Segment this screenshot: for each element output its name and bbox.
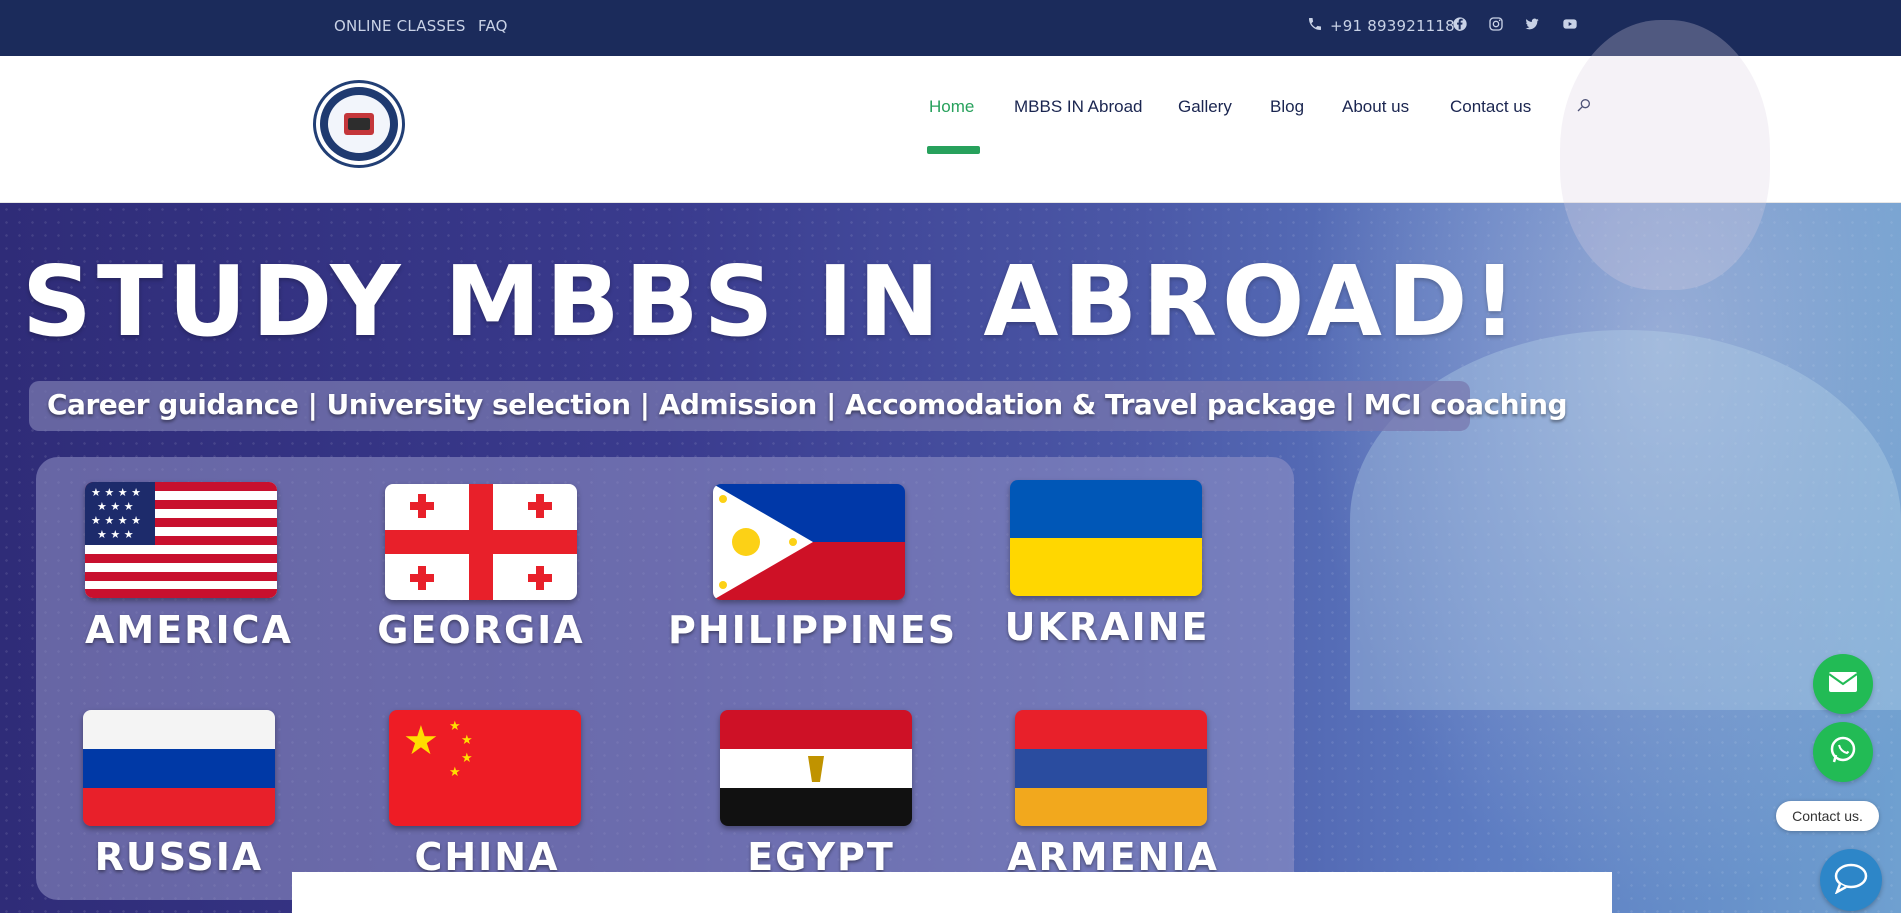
chat-icon xyxy=(1833,862,1869,898)
nav-about-us[interactable]: About us xyxy=(1342,97,1409,117)
svg-text:★ ★ ★: ★ ★ ★ xyxy=(97,528,134,541)
nav-home[interactable]: Home xyxy=(929,97,974,117)
phone-number[interactable]: +91 8939211180 xyxy=(1330,17,1465,35)
nav-gallery[interactable]: Gallery xyxy=(1178,97,1232,117)
whatsapp-button[interactable] xyxy=(1813,722,1873,782)
philippines-flag xyxy=(713,484,905,600)
country-label-georgia: GEORGIA xyxy=(377,608,585,652)
country-label-ukraine: UKRAINE xyxy=(1004,605,1210,649)
hero-tagline-box: Career guidance | University selection |… xyxy=(29,381,1568,431)
content-card xyxy=(292,872,1612,913)
academy-logo[interactable] xyxy=(313,80,405,168)
china-flag: ★ ★ ★ ★ ★ xyxy=(389,710,581,826)
hero-tagline: Career guidance | University selection |… xyxy=(47,388,1568,421)
svg-text:★: ★ xyxy=(449,765,461,780)
email-button[interactable] xyxy=(1813,654,1873,714)
contact-us-bubble[interactable]: Contact us. xyxy=(1776,801,1879,831)
ukraine-flag xyxy=(1010,480,1202,596)
mail-icon xyxy=(1828,671,1858,697)
faq-link[interactable]: FAQ xyxy=(478,17,508,35)
svg-text:★: ★ xyxy=(461,733,473,748)
nav-blog[interactable]: Blog xyxy=(1270,97,1304,117)
russia-flag xyxy=(83,710,275,826)
egypt-flag xyxy=(720,710,912,826)
svg-text:★ ★ ★ ★: ★ ★ ★ ★ xyxy=(91,514,141,527)
svg-text:★ ★ ★ ★: ★ ★ ★ ★ xyxy=(91,486,141,499)
country-label-america: AMERICA xyxy=(85,608,293,652)
armenia-flag xyxy=(1015,710,1207,826)
svg-text:★: ★ xyxy=(403,718,439,764)
whatsapp-icon xyxy=(1828,735,1858,769)
active-nav-underline xyxy=(927,146,980,154)
doctor-face xyxy=(1560,20,1770,290)
nav-contact-us[interactable]: Contact us xyxy=(1450,97,1531,117)
youtube-icon[interactable] xyxy=(1560,14,1580,34)
nav-mbbs-abroad[interactable]: MBBS IN Abroad xyxy=(1014,97,1143,117)
svg-text:★: ★ xyxy=(449,719,461,734)
instagram-icon[interactable] xyxy=(1486,14,1506,34)
online-classes-link[interactable]: ONLINE CLASSES xyxy=(334,17,466,35)
hero-title: STUDY MBBS IN ABROAD! xyxy=(22,245,1522,358)
twitter-icon[interactable] xyxy=(1522,14,1542,34)
facebook-icon[interactable] xyxy=(1450,14,1470,34)
georgia-flag xyxy=(385,484,577,600)
phone-icon xyxy=(1305,14,1325,34)
chat-button[interactable] xyxy=(1820,849,1882,911)
usa-flag: ★ ★ ★ ★ ★ ★ ★ ★ ★ ★ ★ ★ ★ ★ xyxy=(85,482,277,598)
svg-text:★: ★ xyxy=(461,751,473,766)
country-label-philippines: PHILIPPINES xyxy=(668,608,958,652)
svg-text:★ ★ ★: ★ ★ ★ xyxy=(97,500,134,513)
country-label-russia: RUSSIA xyxy=(94,835,264,879)
